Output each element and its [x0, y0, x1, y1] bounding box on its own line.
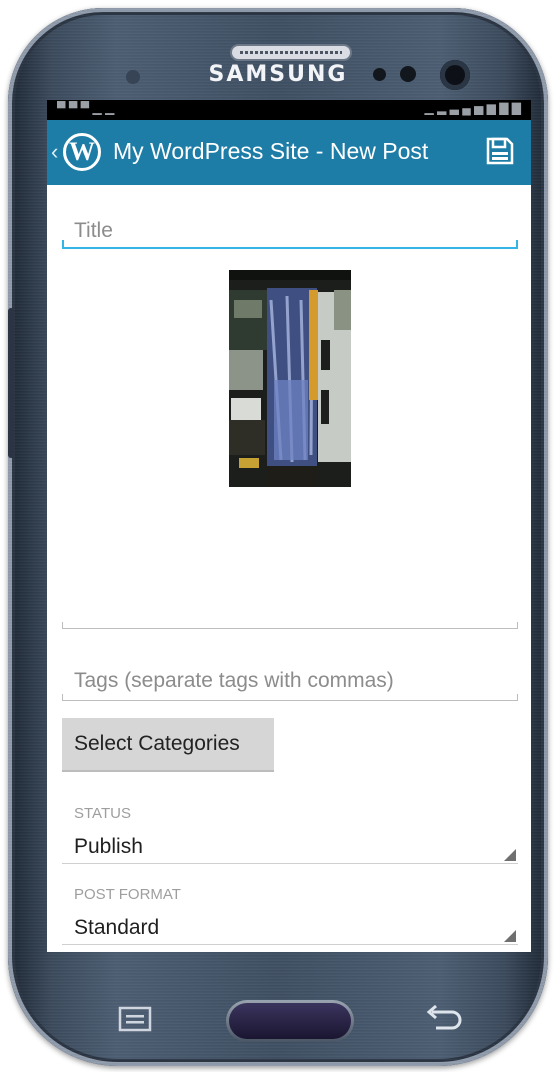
home-button-face: [229, 1003, 351, 1039]
tags-input[interactable]: Tags (separate tags with commas): [62, 663, 518, 701]
dropdown-corner-icon: [504, 849, 516, 861]
post-format-label: POST FORMAT: [74, 886, 181, 903]
back-arrow-icon[interactable]: [424, 1004, 464, 1032]
tags-placeholder: Tags (separate tags with commas): [74, 669, 394, 692]
post-format-select[interactable]: Standard: [62, 913, 518, 945]
save-icon[interactable]: [485, 136, 515, 166]
home-button[interactable]: [226, 1000, 354, 1042]
chevron-left-icon[interactable]: ‹: [51, 139, 58, 165]
status-value: Publish: [74, 835, 143, 858]
wordpress-logo-letter: W: [69, 137, 95, 166]
wordpress-logo-icon[interactable]: W: [63, 133, 101, 171]
content-input[interactable]: [62, 615, 518, 629]
volume-key[interactable]: [8, 308, 14, 458]
action-bar: ‹ W My WordPress Site - New Post: [47, 120, 531, 185]
device-brand: SAMSUNG: [208, 62, 348, 87]
status-bar: ▀ ▀ ▀ ▁ ▁ ▁ ▂ ▃ ▄ ▅ ▆ ▇ ▇: [47, 100, 531, 120]
title-input[interactable]: Title: [62, 209, 518, 249]
status-bar-notifications: ▀ ▀ ▀ ▁ ▁: [57, 101, 115, 115]
select-categories-button[interactable]: Select Categories: [62, 718, 274, 772]
title-placeholder: Title: [74, 219, 113, 242]
screen: ▀ ▀ ▀ ▁ ▁ ▁ ▂ ▃ ▄ ▅ ▆ ▇ ▇ ‹ W My WordPre…: [47, 100, 531, 952]
menu-key-icon[interactable]: [118, 1006, 152, 1032]
status-select[interactable]: Publish: [62, 832, 518, 864]
status-label: STATUS: [74, 805, 131, 822]
post-format-value: Standard: [74, 916, 160, 939]
status-bar-indicators: ▁ ▂ ▃ ▄ ▅ ▆ ▇ ▇: [424, 101, 521, 115]
earpiece-speaker: [230, 44, 352, 61]
dropdown-corner-icon: [504, 930, 516, 942]
page-title: My WordPress Site - New Post: [113, 138, 429, 164]
post-image[interactable]: [229, 270, 351, 487]
